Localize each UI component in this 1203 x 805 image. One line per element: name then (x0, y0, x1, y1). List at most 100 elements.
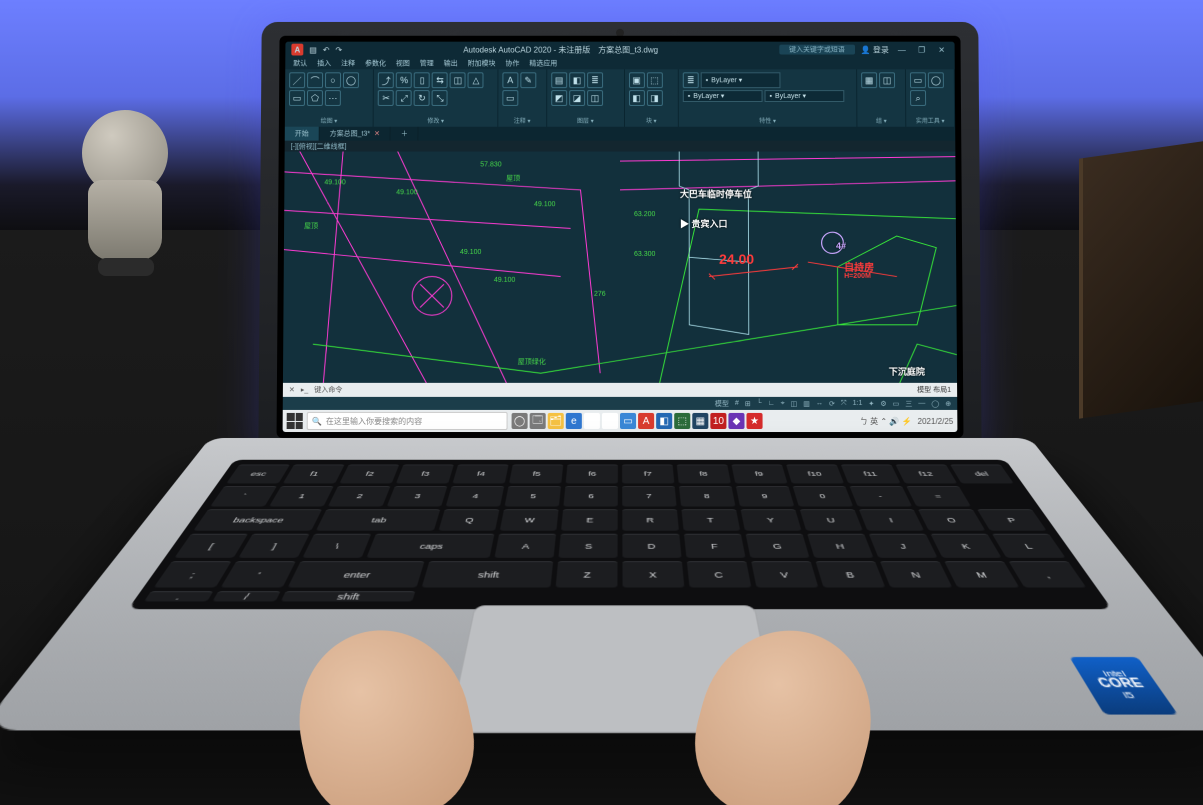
key[interactable]: f6 (566, 465, 618, 484)
key[interactable]: Y (741, 509, 802, 531)
key[interactable]: O (918, 509, 986, 531)
ribbon-tool[interactable]: ◯ (928, 72, 944, 88)
start-button[interactable] (287, 413, 303, 429)
key[interactable]: f1 (283, 465, 345, 484)
ribbon-tool[interactable]: ◨ (647, 90, 663, 106)
statusbar-button[interactable]: ⟳ (829, 399, 835, 407)
key[interactable]: 3 (387, 486, 447, 506)
drawing-canvas[interactable]: 大巴车临时停车位 ▶ 贵宾入口 24.00 4# 自持房 H=200M 下沉庭院… (283, 152, 957, 383)
key[interactable]: U (800, 509, 863, 531)
panel-label[interactable]: 图层 ▾ (551, 116, 620, 125)
key[interactable]: ` (210, 486, 277, 506)
key[interactable]: 8 (679, 486, 735, 506)
ribbon-tab[interactable]: 协作 (505, 58, 519, 68)
statusbar-button[interactable]: ◯ (931, 399, 939, 407)
key[interactable]: H (807, 534, 873, 558)
ribbon-tab[interactable]: 精选应用 (529, 58, 557, 68)
ribbon-tool[interactable]: ⤴ (378, 72, 394, 88)
ribbon-tool[interactable]: ▯ (414, 72, 430, 88)
key[interactable]: F (684, 534, 746, 558)
taskbar-app-icon[interactable]: 10 (710, 413, 726, 429)
tab-drawing[interactable]: 方案总图_t3* ✕ (320, 127, 391, 141)
key[interactable]: ' (221, 561, 296, 587)
taskbar-app-icon[interactable]: ◆ (728, 413, 744, 429)
ribbon-tool[interactable]: △ (468, 72, 484, 88)
key[interactable]: X (622, 561, 684, 587)
key[interactable]: E (561, 509, 618, 531)
key[interactable]: N (880, 561, 952, 587)
close-button[interactable]: ✕ (935, 45, 949, 54)
statusbar-button[interactable]: ↔ (816, 400, 823, 407)
key[interactable]: L (992, 534, 1066, 558)
statusbar-button[interactable]: ⌖ (781, 399, 785, 407)
key[interactable]: J (869, 534, 938, 558)
key[interactable]: [ (174, 534, 248, 558)
key[interactable]: S (558, 534, 617, 558)
key[interactable]: f12 (895, 465, 957, 484)
help-search-input[interactable]: 键入关键字或短语 (779, 45, 855, 55)
key[interactable]: G (746, 534, 810, 558)
panel-label[interactable]: 修改 ▾ (378, 116, 493, 125)
statusbar-button[interactable]: ⊕ (945, 399, 951, 407)
ribbon-tool[interactable]: ▭ (910, 72, 926, 88)
ribbon-tool[interactable]: ⬠ (307, 90, 323, 106)
statusbar-button[interactable]: 1:1 (853, 400, 863, 407)
panel-label[interactable]: 特性 ▾ (683, 116, 853, 125)
property-select[interactable]: ▪ByLayer ▾ (683, 90, 763, 102)
taskbar-app-icon[interactable]: ★ (746, 413, 762, 429)
ribbon-tool[interactable]: ◫ (450, 72, 466, 88)
key[interactable]: = (906, 486, 971, 506)
key[interactable]: 4 (446, 486, 504, 506)
ribbon-tool[interactable]: ⬚ (647, 72, 663, 88)
key[interactable]: P (977, 509, 1047, 531)
qat-redo-icon[interactable]: ↷ (335, 45, 342, 54)
statusbar-button[interactable]: ∟ (768, 400, 775, 407)
tab-new-button[interactable]: ＋ (391, 127, 419, 141)
statusbar-button[interactable]: # (735, 400, 739, 407)
ribbon-tool[interactable]: ◧ (569, 72, 585, 88)
statusbar-button[interactable]: ⚙ (880, 399, 886, 407)
key[interactable]: f10 (786, 465, 844, 484)
ribbon-tool[interactable]: ↻ (414, 90, 430, 106)
taskbar-app-icon[interactable]: ◧ (656, 413, 672, 429)
panel-label[interactable]: 绘图 ▾ (289, 116, 369, 125)
key[interactable]: shift (422, 561, 554, 587)
statusbar-button[interactable]: 模型 (715, 398, 729, 408)
panel-label[interactable]: 组 ▾ (861, 116, 901, 125)
key[interactable]: f5 (509, 465, 563, 484)
ribbon-tool[interactable]: ▦ (861, 72, 877, 88)
ribbon-tab[interactable]: 管理 (420, 58, 434, 68)
ribbon-tool[interactable]: ▣ (629, 72, 645, 88)
key[interactable]: f8 (677, 465, 731, 484)
ribbon-tool[interactable]: ▭ (502, 90, 518, 106)
key[interactable]: , (1009, 561, 1087, 587)
taskbar-app-icon[interactable]: ✉ (584, 413, 600, 429)
property-select[interactable]: ▪ByLayer ▾ (765, 90, 845, 102)
viewport-label[interactable]: [-][俯视][二维线框] (285, 141, 956, 152)
keyboard[interactable]: escf1f2f3f4f5f6f7f8f9f10f11f12del`123456… (128, 460, 1112, 609)
key[interactable]: 9 (736, 486, 794, 506)
taskbar-app-icon[interactable]: ▭ (620, 413, 636, 429)
key[interactable]: D (622, 534, 681, 558)
key[interactable]: C (687, 561, 752, 587)
statusbar-button[interactable]: 三 (905, 398, 912, 408)
ribbon-tool[interactable]: ◪ (569, 90, 585, 106)
maximize-button[interactable]: ❐ (915, 45, 929, 54)
taskbar-app-icon[interactable]: 🛍 (602, 413, 618, 429)
key[interactable]: f3 (396, 465, 454, 484)
key[interactable]: f11 (841, 465, 901, 484)
key[interactable]: \ (302, 534, 371, 558)
statusbar-button[interactable]: └ (757, 400, 762, 407)
taskbar-app-icon[interactable]: e (566, 413, 582, 429)
statusbar-button[interactable]: ✦ (868, 399, 874, 407)
ribbon-tool[interactable]: ⤡ (432, 90, 448, 106)
key[interactable]: K (931, 534, 1002, 558)
key[interactable]: 7 (622, 486, 676, 506)
ribbon-tool[interactable]: ◫ (587, 90, 603, 106)
statusbar-button[interactable]: ⤧ (841, 399, 847, 407)
ribbon-tool[interactable]: ✎ (520, 72, 536, 88)
key[interactable]: 2 (328, 486, 391, 506)
cmd-close-icon[interactable]: ✕ (289, 386, 295, 394)
command-line[interactable]: ✕ ▸_ 键入命令 模型 布局1 (283, 383, 957, 397)
tab-close-icon[interactable]: ✕ (374, 130, 380, 138)
